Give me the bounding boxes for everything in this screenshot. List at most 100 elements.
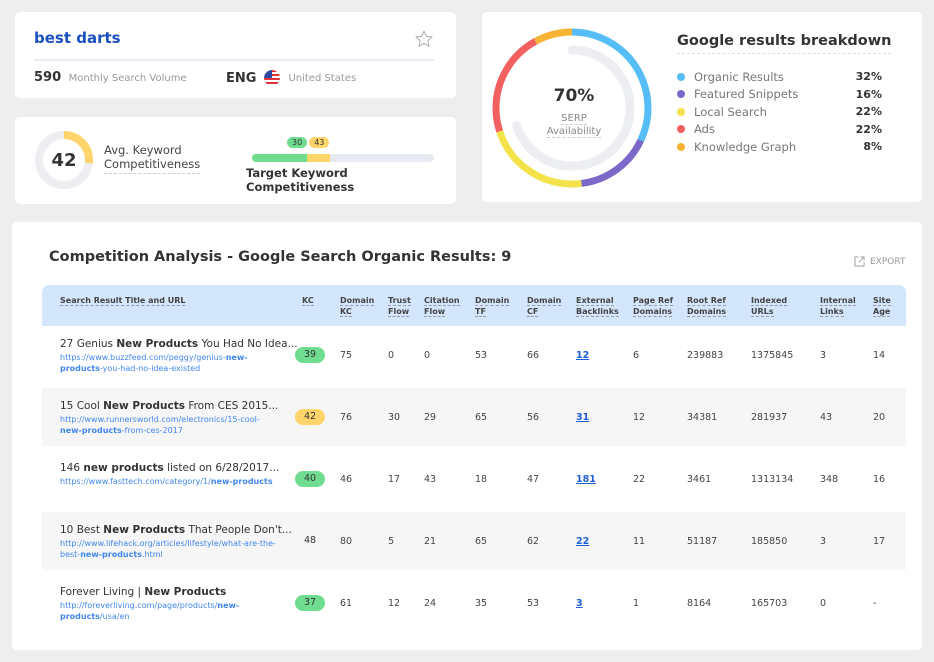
cell-domain-tf: 18: [475, 474, 488, 485]
cell-root-ref-domains: 34381: [687, 412, 718, 423]
column-header[interactable]: Domain KC: [340, 295, 375, 317]
avg-kc-label: Avg. Keyword Competitiveness: [104, 143, 201, 174]
cell-citation-flow: 0: [424, 350, 431, 361]
legend-dot-icon: [677, 142, 685, 151]
legend-item: Organic Results 32%: [677, 68, 882, 86]
column-header-label: Search Result Title and URL: [60, 296, 186, 306]
language-locale: ENG United States: [226, 70, 356, 86]
cell-domain-tf: 35: [475, 598, 488, 609]
cell-root-ref-domains: 239883: [687, 350, 724, 361]
us-flag-icon: [264, 70, 281, 86]
result-url-link[interactable]: https://www.fasttech.com/category/1/new-…: [60, 476, 280, 487]
external-backlinks-link[interactable]: 22: [576, 536, 589, 547]
column-header-label: Domain: [527, 296, 562, 306]
legend-item: Local Search 22%: [677, 103, 882, 121]
language-code: ENG: [226, 70, 257, 86]
url-text: https://www.fasttech.com/category/1/: [60, 477, 211, 486]
table-row: 27 Genius New Products You Had No Idea..…: [42, 326, 906, 384]
column-header[interactable]: Indexed URLs: [751, 295, 788, 317]
cell-site-age: -: [873, 598, 877, 609]
cell-domain-tf: 53: [475, 350, 488, 361]
column-header-label: Age: [873, 307, 891, 317]
column-header[interactable]: Internal Links: [820, 295, 856, 317]
cell-domain-cf: 56: [527, 412, 540, 423]
column-header[interactable]: KC: [302, 295, 314, 306]
result-url-link[interactable]: https://www.buzzfeed.com/peggy/genius-ne…: [60, 352, 280, 374]
column-header[interactable]: External Backlinks: [576, 295, 619, 317]
result-url-link[interactable]: http://www.runnersworld.com/electronics/…: [60, 414, 280, 436]
column-header-label: Trust: [388, 296, 411, 306]
result-title[interactable]: 146 new products listed on 6/28/2017...: [60, 462, 279, 474]
serp-availability-value: 70%: [553, 86, 595, 106]
column-header[interactable]: Citation Flow: [424, 295, 460, 317]
column-header-label: Site: [873, 296, 891, 306]
result-title[interactable]: 15 Cool New Products From CES 2015...: [60, 400, 278, 412]
column-header[interactable]: Root Ref Domains: [687, 295, 727, 317]
external-backlinks-link[interactable]: 181: [576, 474, 596, 485]
column-header[interactable]: Domain CF: [527, 295, 562, 317]
export-label: EXPORT: [870, 256, 906, 267]
table-row: Forever Living | New Products http://for…: [42, 574, 906, 632]
column-header[interactable]: Trust Flow: [388, 295, 411, 317]
cell-internal-links: 3: [820, 536, 827, 547]
external-backlinks-link[interactable]: 3: [576, 598, 583, 609]
table-title: Competition Analysis - Google Search Org…: [49, 249, 512, 265]
column-header[interactable]: Site Age: [873, 295, 891, 317]
cell-trust-flow: 30: [388, 412, 401, 423]
export-button[interactable]: EXPORT: [854, 256, 905, 267]
kc-badge: 48: [303, 535, 317, 546]
cell-citation-flow: 21: [424, 536, 437, 547]
legend-value: 16%: [855, 87, 882, 101]
result-title[interactable]: 10 Best New Products That People Don't..…: [60, 524, 292, 536]
legend-label: Organic Results: [694, 69, 784, 84]
column-header[interactable]: Page Ref Domains: [633, 295, 674, 317]
column-header-label: Page Ref: [633, 296, 674, 306]
column-header-label: TF: [475, 307, 486, 317]
legend-label: Local Search: [694, 104, 767, 119]
legend-item: Knowledge Graph 8%: [677, 138, 882, 156]
cell-domain-cf: 47: [527, 474, 540, 485]
table-header: Search Result Title and URL KC Domain KC Tru…: [42, 285, 906, 326]
result-title[interactable]: 27 Genius New Products You Had No Idea..…: [60, 338, 298, 350]
column-header-label: Domains: [633, 307, 673, 317]
legend-dot-icon: [677, 90, 685, 99]
cell-citation-flow: 24: [424, 598, 437, 609]
column-header[interactable]: Search Result Title and URL: [60, 295, 186, 306]
result-url-link[interactable]: http://www.lifehack.org/articles/lifesty…: [60, 538, 280, 560]
column-header-label: Flow: [388, 307, 410, 317]
cell-internal-links: 348: [820, 474, 839, 485]
legend-value: 22%: [855, 105, 882, 119]
title-keyword: New Products: [116, 338, 199, 350]
cell-indexed-urls: 165703: [751, 598, 788, 609]
legend-dot-icon: [677, 125, 685, 134]
title-text: That People Don't...: [185, 524, 292, 536]
url-keyword: new-products: [210, 477, 273, 486]
serp-card: 70% SERP Availability Google results bre…: [482, 12, 922, 202]
column-header-label: Indexed: [751, 296, 788, 306]
external-backlinks-link[interactable]: 12: [576, 350, 589, 361]
legend-dot-icon: [677, 72, 685, 81]
legend-label: Ads: [694, 122, 715, 137]
cell-citation-flow: 29: [424, 412, 437, 423]
star-icon[interactable]: [414, 29, 434, 49]
external-backlinks-link[interactable]: 31: [576, 412, 589, 423]
column-header-label: Domain: [475, 296, 510, 306]
title-keyword: New Products: [144, 586, 227, 598]
column-header-label: Internal: [820, 296, 856, 306]
url-keyword: new-products: [80, 550, 142, 559]
monthly-search-volume: 590 Monthly Search Volume: [34, 70, 187, 85]
result-title[interactable]: Forever Living | New Products: [60, 586, 226, 598]
url-text: http://foreverliving.com/page/products/: [60, 601, 218, 610]
legend-value: 32%: [855, 70, 882, 84]
target-kc-high: 43: [309, 137, 330, 148]
column-header-label: Root Ref: [687, 296, 726, 306]
cell-domain-kc: 61: [340, 598, 353, 609]
url-text: -from-ces-2017: [121, 426, 183, 435]
cell-domain-tf: 65: [475, 412, 488, 423]
result-url-link[interactable]: http://foreverliving.com/page/products/n…: [60, 600, 280, 622]
title-text: 27 Genius: [60, 338, 117, 350]
country-name: United States: [288, 72, 357, 84]
table-row: 10 Best New Products That People Don't..…: [42, 512, 906, 570]
column-header[interactable]: Domain TF: [475, 295, 510, 317]
serp-donut-chart: [492, 28, 652, 188]
